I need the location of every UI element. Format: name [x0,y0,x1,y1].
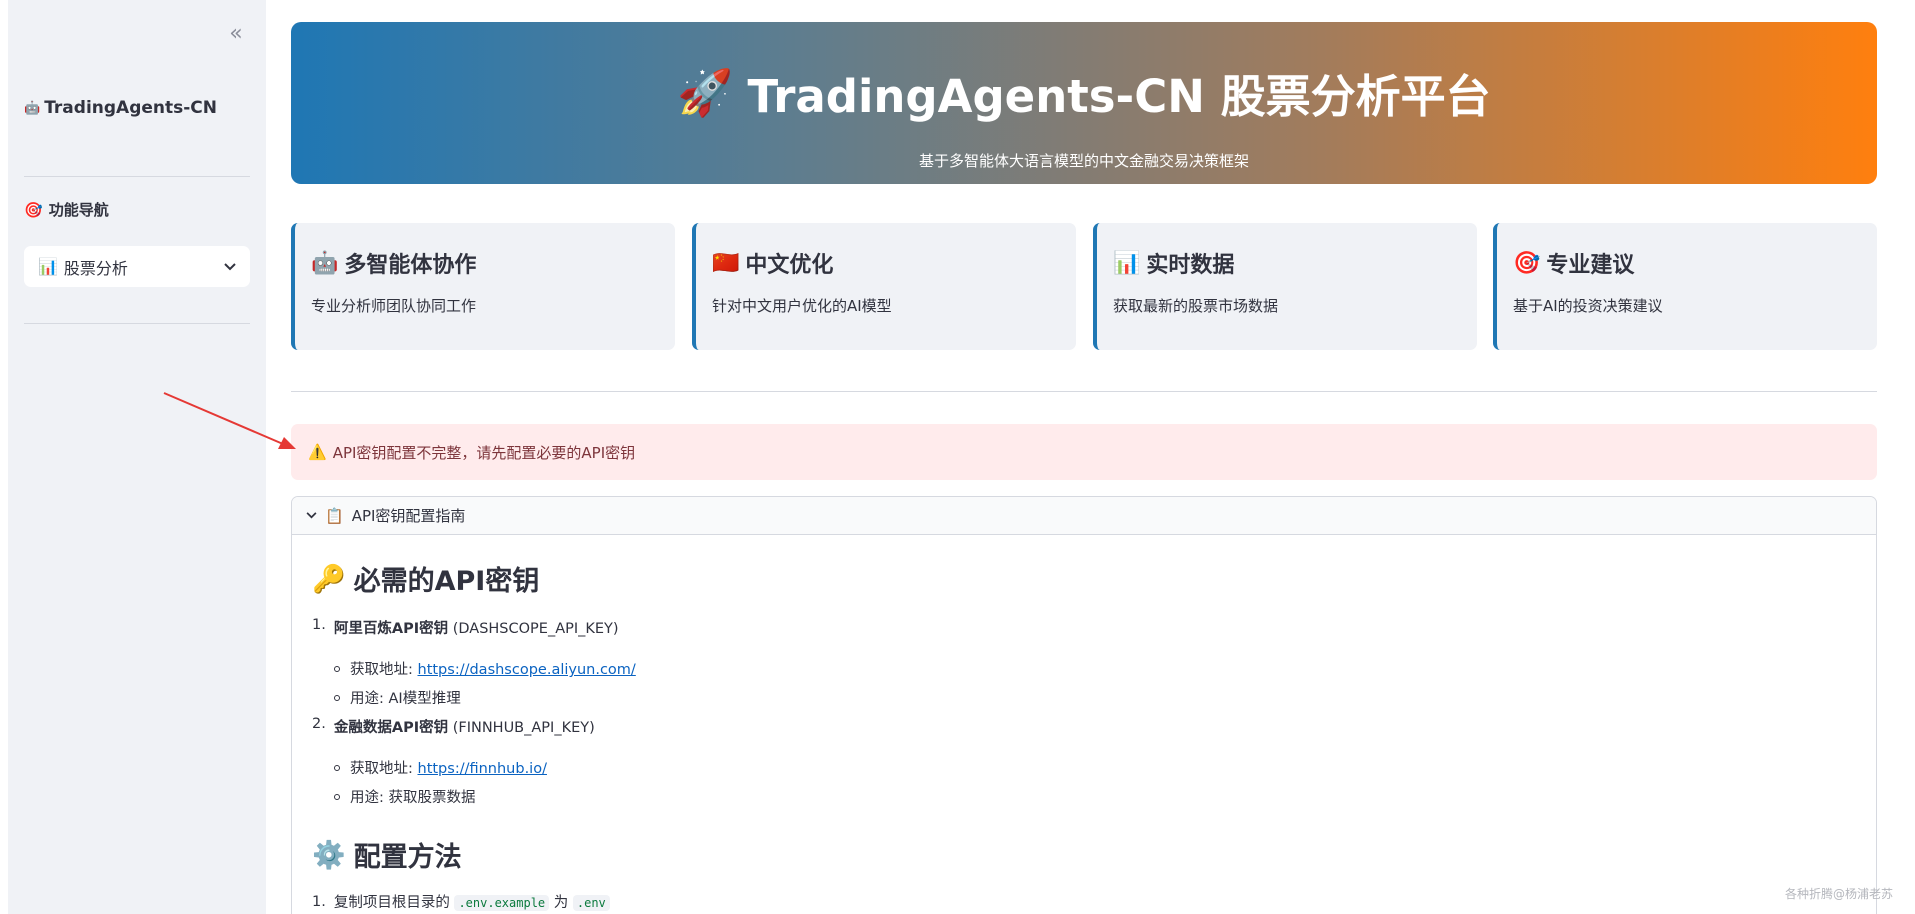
expander-header[interactable]: 📋 API密钥配置指南 [292,497,1876,535]
sidebar: « 🤖 TradingAgents-CN 🎯 功能导航 📊 股票分析 [8,0,266,914]
feature-card: 🤖 多智能体协作 专业分析师团队协同工作 [291,223,675,350]
api-key-warning: ⚠️ API密钥配置不完整，请先配置必要的API密钥 [291,424,1877,480]
feature-card-desc: 基于AI的投资决策建议 [1513,297,1663,315]
feature-card-desc: 获取最新的股票市场数据 [1113,297,1279,315]
expander-label: API密钥配置指南 [351,507,466,525]
feature-card-title: 专业建议 [1546,253,1635,278]
key-icon: 🔑 [312,563,346,595]
feature-card-desc: 专业分析师团队协同工作 [311,297,477,315]
section-heading-text: 配置方法 [353,842,462,873]
chevron-down-icon [306,512,317,519]
list-item-title: 金融数据API密钥 [333,720,449,736]
dashscope-link[interactable]: https://dashscope.aliyun.com/ [418,662,636,678]
window-edge [0,0,8,914]
main-divider [291,391,1877,392]
list-subitem: 获取地址: https://finnhub.io/ [334,757,547,778]
brand-label: TradingAgents-CN [44,98,218,118]
list-subitem: 用途: AI模型推理 [334,687,461,708]
robot-icon: 🤖 [311,250,339,276]
feature-card-title: 多智能体协作 [344,253,477,278]
nav-title-label: 功能导航 [48,201,109,219]
section-heading: ⚙️ 配置方法 [312,835,462,874]
feature-card: 📊 实时数据 获取最新的股票市场数据 [1093,223,1477,350]
target-icon: 🎯 [24,200,43,219]
gear-icon: ⚙️ [312,839,346,871]
page-title: 🚀 TradingAgents-CN 股票分析平台 [291,60,1877,125]
page-title-text: TradingAgents-CN 股票分析平台 [747,70,1491,123]
section-heading: 🔑 必需的API密钥 [312,559,539,598]
target-icon: 🎯 [1513,250,1541,276]
warning-text: API密钥配置不完整，请先配置必要的API密钥 [332,443,636,462]
feature-card: 🎯 专业建议 基于AI的投资决策建议 [1493,223,1877,350]
rocket-icon: 🚀 [677,66,734,119]
sidebar-brand: 🤖 TradingAgents-CN [24,98,217,118]
list-item-title: 阿里百炼API密钥 [333,621,449,637]
list-subitem: 获取地址: https://dashscope.aliyun.com/ [334,658,636,679]
main-content: 🚀 TradingAgents-CN 股票分析平台 基于多智能体大语言模型的中文… [266,0,1915,914]
code-snippet: .env [572,895,610,911]
nav-title: 🎯 功能导航 [24,199,109,220]
page-select[interactable]: 📊 股票分析 [24,246,250,287]
chart-icon: 📊 [38,257,58,276]
collapse-sidebar-icon[interactable]: « [221,18,251,48]
section-heading-text: 必需的API密钥 [353,566,540,597]
list-item: 1. 复制项目根目录的 .env.example 为 .env [312,891,610,912]
feature-card: 🇨🇳 中文优化 针对中文用户优化的AI模型 [692,223,1076,350]
chevron-down-icon [224,262,236,270]
clipboard-icon: 📋 [325,506,344,525]
list-subitem: 用途: 获取股票数据 [334,786,476,807]
robot-icon: 🤖 [24,100,41,116]
finnhub-link[interactable]: https://finnhub.io/ [418,761,547,777]
hero-banner: 🚀 TradingAgents-CN 股票分析平台 基于多智能体大语言模型的中文… [291,22,1877,184]
warning-icon: ⚠️ [308,443,327,461]
cn-flag-icon: 🇨🇳 [712,250,740,276]
code-snippet: .env.example [454,895,550,911]
feature-card-title: 实时数据 [1146,253,1235,278]
feature-card-title: 中文优化 [745,253,834,278]
page-subtitle: 基于多智能体大语言模型的中文金融交易决策框架 [918,152,1249,170]
annotation-arrow [163,392,296,449]
api-key-guide-expander: 📋 API密钥配置指南 🔑 必需的API密钥 1. 阿里百炼API密钥 (DAS… [291,496,1877,914]
page-select-value: 股票分析 [63,258,128,278]
sidebar-divider [24,323,250,324]
chart-icon: 📊 [1113,250,1141,276]
list-item: 1. 阿里百炼API密钥 (DASHSCOPE_API_KEY) [312,617,619,637]
list-item: 2. 金融数据API密钥 (FINNHUB_API_KEY) [312,716,595,736]
watermark: 各种折腾@杨浦老苏 [1784,887,1893,901]
sidebar-divider [24,176,250,177]
feature-card-desc: 针对中文用户优化的AI模型 [712,297,892,315]
